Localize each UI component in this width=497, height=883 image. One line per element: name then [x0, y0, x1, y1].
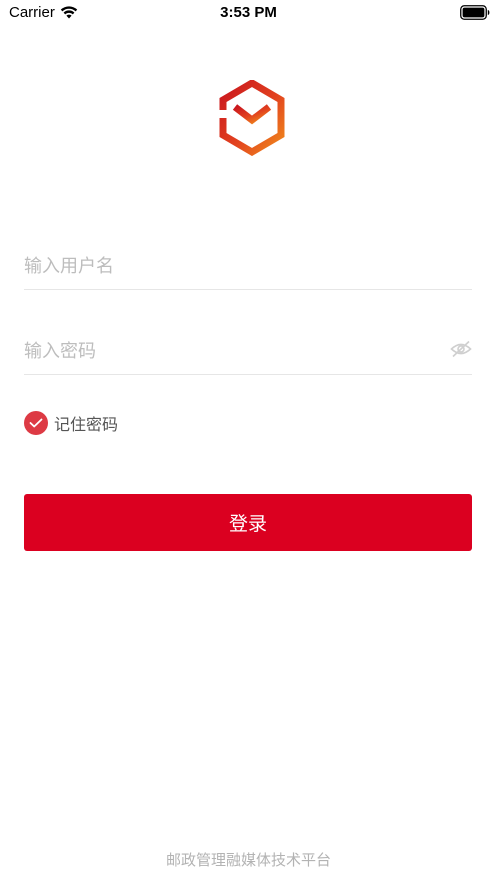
username-input[interactable] [24, 245, 444, 287]
password-field-container [24, 330, 472, 375]
username-field-container [24, 245, 472, 290]
clock: 3:53 PM [220, 4, 277, 21]
checkbox-checked-icon[interactable] [24, 411, 48, 435]
remember-password-label: 记住密码 [54, 415, 119, 434]
password-input[interactable] [24, 330, 444, 372]
footer-platform-name: 邮政管理融媒体技术平台 [165, 851, 331, 869]
login-button[interactable]: 登录 [24, 494, 472, 551]
remember-password-toggle[interactable]: 记住密码 [24, 410, 118, 436]
eye-off-icon[interactable] [450, 340, 472, 358]
status-bar: Carrier 3:53 PM [0, 0, 497, 26]
logo-icon [219, 80, 285, 156]
battery-icon [460, 5, 490, 20]
